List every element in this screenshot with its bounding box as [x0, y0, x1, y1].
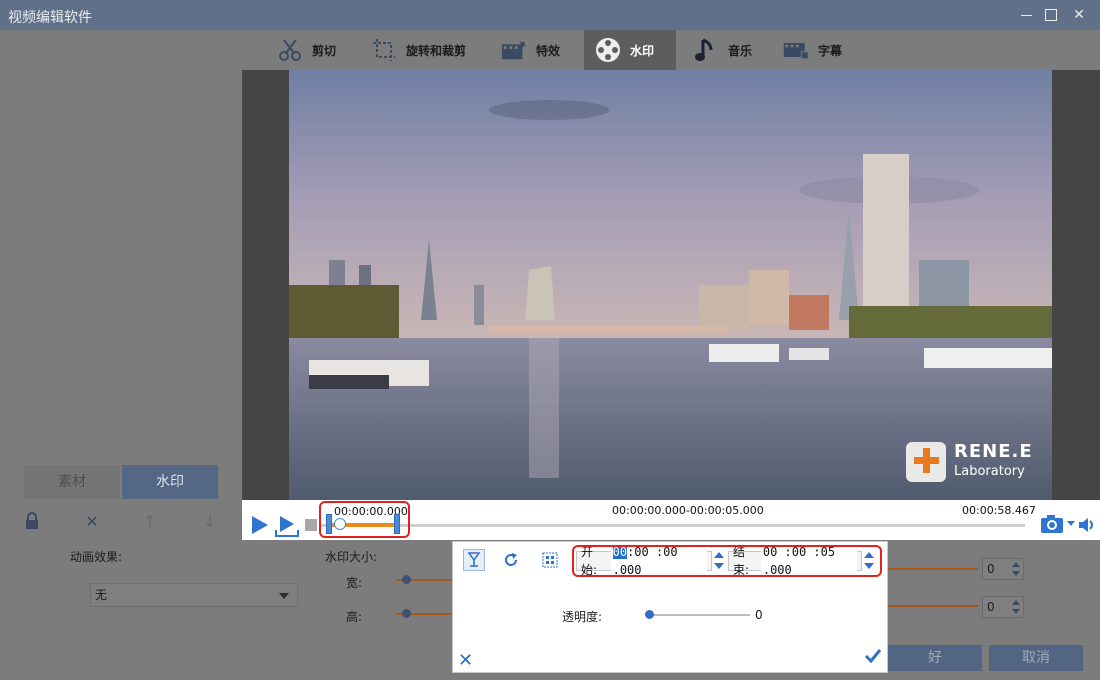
tab-subtitles-label: 字幕 — [818, 43, 843, 58]
tab-music[interactable]: 音乐 — [692, 30, 752, 70]
maximize-button[interactable] — [1040, 4, 1062, 26]
crop-rotate-icon — [370, 36, 398, 64]
highlight-box-time-fields — [572, 545, 882, 577]
opacity-value: 0 — [755, 608, 763, 622]
confirm-check-icon[interactable] — [864, 648, 882, 667]
animation-label: 动画效果: — [70, 550, 123, 564]
width-number-value: 0 — [987, 562, 995, 576]
height-slider-knob[interactable] — [402, 609, 411, 618]
stop-icon[interactable] — [305, 519, 317, 531]
tab-watermark[interactable]: 水印 — [122, 465, 218, 499]
right-slider-track-1[interactable] — [888, 568, 978, 570]
title-bar: 视频编辑软件 ✕ — [0, 0, 1100, 30]
camera-dropdown-icon[interactable] — [1067, 521, 1075, 526]
timeline-track[interactable] — [320, 524, 1025, 527]
spin-up-icon[interactable] — [1012, 600, 1020, 605]
film-reel-icon — [594, 36, 622, 64]
cancel-button[interactable]: 取消 — [989, 645, 1083, 671]
minimize-button[interactable] — [1016, 4, 1038, 26]
tab-material[interactable]: 素材 — [24, 465, 120, 499]
chevron-down-icon — [279, 593, 289, 599]
rotate-icon[interactable] — [500, 549, 522, 571]
play-segment-icon[interactable] — [274, 514, 300, 541]
camera-icon[interactable] — [1040, 513, 1066, 538]
opacity-slider-track[interactable] — [646, 614, 750, 616]
watermark-logo[interactable]: RENE.E Laboratory — [906, 440, 1036, 484]
move-up-icon[interactable]: ↑ — [140, 512, 160, 532]
tab-watermark-label: 水印 — [630, 43, 655, 58]
tab-rotate-crop-label: 旋转和裁剪 — [406, 43, 467, 58]
window-title: 视频编辑软件 — [8, 10, 92, 26]
spin-down-icon[interactable] — [1012, 609, 1020, 614]
opacity-label: 透明度: — [562, 610, 603, 624]
tab-watermark-feature[interactable]: 水印 — [584, 30, 676, 70]
tab-effects[interactable]: 特效 — [500, 30, 560, 70]
move-down-icon[interactable]: ↓ — [200, 512, 220, 532]
lock-icon[interactable] — [22, 512, 42, 532]
spin-up-icon[interactable] — [1012, 562, 1020, 567]
film-effects-icon — [500, 36, 528, 64]
cancel-x-icon[interactable]: ✕ — [458, 650, 473, 671]
selected-range: 00:00:00.000-00:00:05.000 — [612, 504, 764, 517]
right-slider-track-2[interactable] — [888, 605, 978, 607]
delete-icon[interactable]: ✕ — [82, 512, 102, 532]
height-number-value: 0 — [987, 600, 995, 614]
width-slider-knob[interactable] — [402, 575, 411, 584]
music-note-icon — [692, 36, 720, 64]
animation-select-value: 无 — [95, 588, 108, 602]
watermark-size-label: 水印大小: — [325, 550, 378, 564]
total-duration: 00:00:58.467 — [962, 504, 1036, 517]
tab-music-label: 音乐 — [728, 43, 753, 58]
wine-glass-icon[interactable] — [463, 549, 485, 571]
width-label: 宽: — [346, 576, 363, 590]
video-frame[interactable] — [289, 70, 1052, 500]
volume-icon[interactable] — [1077, 515, 1097, 538]
ok-button[interactable]: 好 — [888, 645, 982, 671]
spin-down-icon[interactable] — [1012, 571, 1020, 576]
height-label: 高: — [346, 610, 363, 624]
highlight-box-timeline — [319, 501, 410, 538]
play-icon[interactable] — [250, 514, 270, 539]
logo-name: RENE.E — [954, 441, 1033, 462]
tab-cut[interactable]: 剪切 — [276, 30, 336, 70]
opacity-slider-knob[interactable] — [645, 610, 654, 619]
feature-toolbar: 剪切 旋转和裁剪 特效 水印 音乐 字幕 — [242, 30, 1100, 70]
tab-subtitles[interactable]: 字幕 — [782, 30, 842, 70]
width-number-input[interactable]: 0 — [982, 558, 1024, 580]
scissors-icon — [276, 36, 304, 64]
close-button[interactable]: ✕ — [1068, 4, 1090, 26]
subtitles-icon — [782, 36, 810, 64]
tab-effects-label: 特效 — [536, 43, 561, 58]
tab-cut-label: 剪切 — [312, 43, 337, 58]
logo-sub: Laboratory — [954, 464, 1025, 479]
tab-rotate-crop[interactable]: 旋转和裁剪 — [370, 30, 466, 70]
height-number-input[interactable]: 0 — [982, 596, 1024, 618]
grid-select-icon[interactable] — [539, 549, 561, 571]
animation-select[interactable]: 无 — [90, 583, 298, 607]
